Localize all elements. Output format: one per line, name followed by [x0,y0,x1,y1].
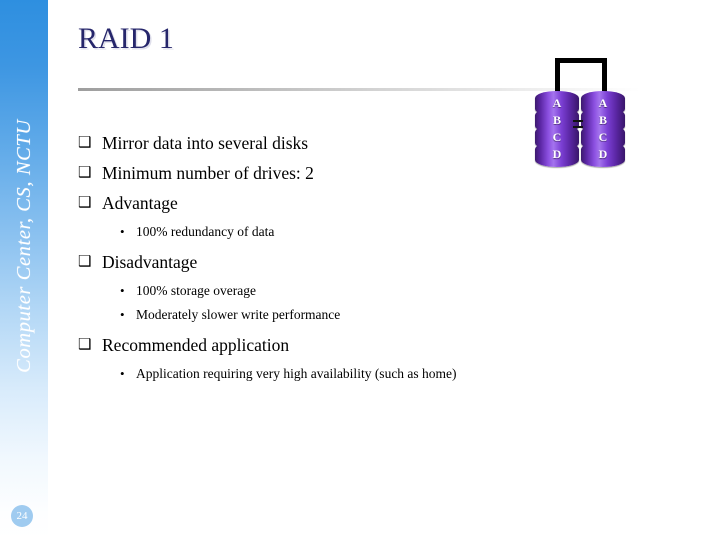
square-bullet-icon: ❑ [78,337,92,353]
mirror-bracket-connector-icon [555,58,607,94]
list-item-label: Moderately slower write performance [136,307,341,322]
raid-1-mirroring-diagram: A B C D A B C D [524,50,654,170]
sidebar-vertical-label: Computer Center, CS, NCTU [12,119,35,373]
sidebar-brand-strip: Computer Center, CS, NCTU 24 [0,0,48,540]
slide-canvas: Computer Center, CS, NCTU 24 RAID 1 ❑ Mi… [0,0,720,540]
list-item-label: Mirror data into several disks [102,133,309,153]
dot-bullet-icon: • [120,224,125,239]
list-item-label: 100% storage overage [136,283,256,298]
list-item: ❑ Disadvantage [78,251,638,273]
list-item: • Application requiring very high availa… [78,364,638,383]
square-bullet-icon: ❑ [78,195,92,211]
page-number-badge: 24 [11,505,33,527]
disk-block-label: D [552,147,562,161]
square-bullet-icon: ❑ [78,254,92,270]
disk-block-label: D [598,147,608,161]
disk-stack-right: A B C D [581,91,625,167]
sub-list-advantage: • 100% redundancy of data [78,222,638,241]
list-item-label: Disadvantage [102,252,198,272]
page-title: RAID 1 [78,22,174,55]
list-item: • Moderately slower write performance [78,305,638,324]
square-bullet-icon: ❑ [78,165,92,181]
list-item-label: Advantage [102,193,178,213]
disk-stack-left: A B C D [535,91,579,167]
sub-list-recommended-application: • Application requiring very high availa… [78,364,638,383]
list-item-label: Recommended application [102,335,290,355]
sub-list-disadvantage: • 100% storage overage • Moderately slow… [78,281,638,324]
dot-bullet-icon: • [120,307,125,322]
dot-bullet-icon: • [120,366,125,381]
list-item-label: Minimum number of drives: 2 [102,163,314,183]
bullet-list: ❑ Mirror data into several disks ❑ Minim… [78,132,638,393]
equals-connector-icon [573,120,583,128]
list-item-label: Application requiring very high availabi… [136,366,457,381]
disk-platter: D [581,142,625,167]
list-item: • 100% storage overage [78,281,638,300]
list-item-label: 100% redundancy of data [136,224,275,239]
dot-bullet-icon: • [120,283,125,298]
square-bullet-icon: ❑ [78,135,92,151]
list-item: • 100% redundancy of data [78,222,638,241]
list-item: ❑ Advantage [78,192,638,214]
list-item: ❑ Recommended application [78,334,638,356]
disk-platter: D [535,142,579,167]
